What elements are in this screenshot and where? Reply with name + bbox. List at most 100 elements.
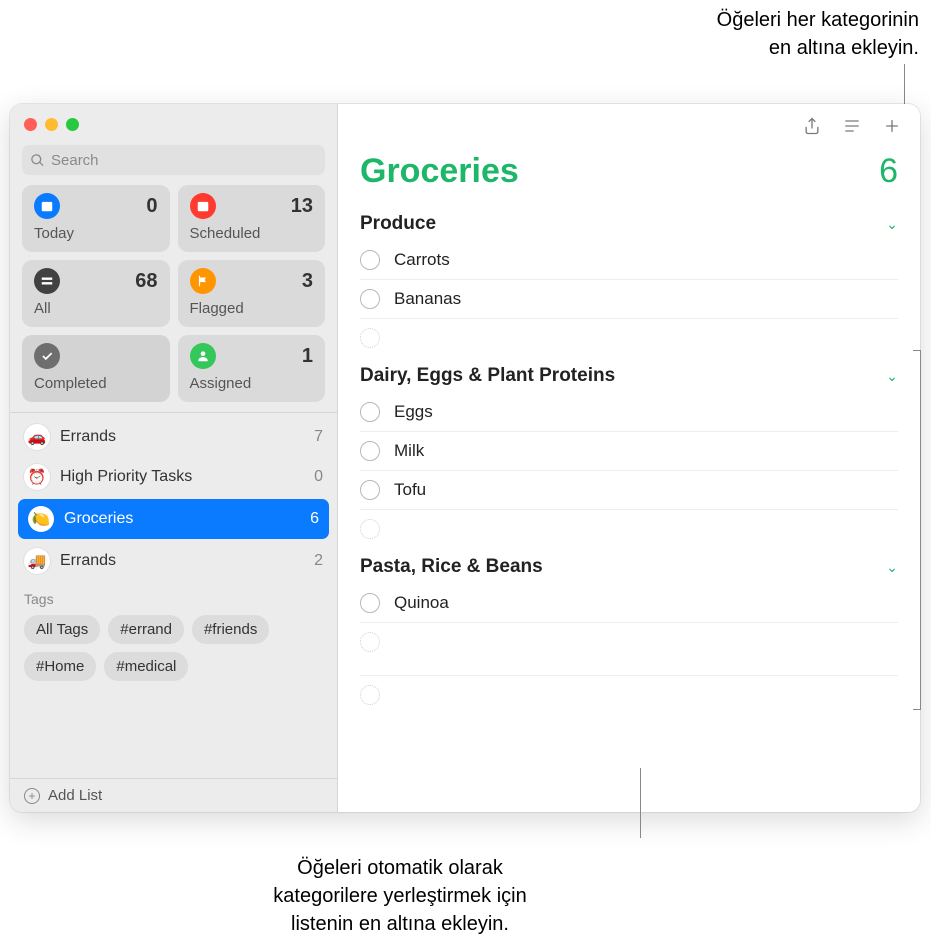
smart-flagged-label: Flagged [190,300,314,317]
complete-toggle[interactable] [360,402,380,422]
reminder-item[interactable]: Milk [360,432,898,471]
tags-heading: Tags [24,591,323,607]
search-input[interactable]: Search [22,145,325,175]
callout-top: Öğeleri her kategorinin en altına ekleyi… [539,6,919,62]
plus-icon: + [24,788,40,804]
item-text: Eggs [394,402,433,422]
my-lists: 🚗Errands 7 ⏰High Priority Tasks 0 🍋 Groce… [10,412,337,778]
list-icon: 🚗 [24,424,50,450]
chevron-down-icon[interactable]: ⌄ [886,559,898,576]
zoom-window-button[interactable] [66,118,79,131]
share-icon[interactable] [802,116,822,136]
list-count: 2 [314,552,323,570]
add-item-placeholder[interactable] [360,319,898,357]
section-pasta: Pasta, Rice & Beans ⌄ Quinoa [338,548,920,661]
calendar-icon [190,193,216,219]
window-controls [10,104,337,139]
reminder-item[interactable]: Quinoa [360,584,898,623]
callout-leader-line [904,64,905,104]
chevron-down-icon[interactable]: ⌄ [886,368,898,385]
item-text: Milk [394,441,424,461]
search-icon [30,153,45,168]
section-produce: Produce ⌄ Carrots Bananas [338,205,920,357]
smart-all-label: All [34,300,158,317]
add-item-icon[interactable] [882,116,902,136]
tag-medical[interactable]: #medical [104,652,188,681]
item-text: Tofu [394,480,426,500]
add-list-button[interactable]: + Add List [10,778,337,812]
smart-scheduled-count: 13 [291,195,313,218]
item-text: Bananas [394,289,461,309]
checkmark-icon [34,343,60,369]
list-row-errands-2[interactable]: 🚚 Errands 2 [10,541,337,581]
flag-icon [190,268,216,294]
callout-bracket [913,350,921,710]
smart-all[interactable]: 68 All [22,260,170,327]
minimize-window-button[interactable] [45,118,58,131]
list-total-count: 6 [879,152,898,191]
complete-toggle[interactable] [360,441,380,461]
tag-friends[interactable]: #friends [192,615,269,644]
list-title: Groceries [360,152,519,191]
add-item-placeholder[interactable] [360,510,898,548]
reminder-item[interactable]: Carrots [360,241,898,280]
list-name: Groceries [64,510,133,528]
list-titlebar: Groceries 6 [338,148,920,205]
smart-flagged-count: 3 [302,270,313,293]
placeholder-circle-icon [360,685,380,705]
complete-toggle[interactable] [360,250,380,270]
smart-assigned-label: Assigned [190,375,314,392]
smart-scheduled-label: Scheduled [190,225,314,242]
close-window-button[interactable] [24,118,37,131]
smart-assigned[interactable]: 1 Assigned [178,335,326,402]
section-header[interactable]: Dairy, Eggs & Plant Proteins ⌄ [360,357,898,393]
main-content: Groceries 6 Produce ⌄ Carrots Bananas Da… [338,104,920,812]
smart-assigned-count: 1 [302,345,313,368]
reminder-item[interactable]: Tofu [360,471,898,510]
tags-section: Tags All Tags #errand #friends #Home #me… [10,581,337,685]
smart-completed-label: Completed [34,375,158,392]
list-name: Errands [60,552,116,570]
list-icon: 🍋 [28,506,54,532]
reminder-item[interactable]: Bananas [360,280,898,319]
toolbar [338,104,920,148]
section-dairy: Dairy, Eggs & Plant Proteins ⌄ Eggs Milk… [338,357,920,548]
smart-scheduled[interactable]: 13 Scheduled [178,185,326,252]
list-count: 0 [314,468,323,486]
add-item-placeholder[interactable] [360,623,898,661]
section-title: Dairy, Eggs & Plant Proteins [360,365,615,387]
callout-bottom: Öğeleri otomatik olarak kategorilere yer… [220,854,580,938]
placeholder-circle-icon [360,632,380,652]
smart-flagged[interactable]: 3 Flagged [178,260,326,327]
uncategorized-add-row [338,675,920,714]
list-icon: 🚚 [24,548,50,574]
chevron-down-icon[interactable]: ⌄ [886,216,898,233]
callout-leader-line [640,768,641,838]
person-icon [190,343,216,369]
add-item-bottom-placeholder[interactable] [360,675,898,714]
section-header[interactable]: Produce ⌄ [360,205,898,241]
tray-icon [34,268,60,294]
placeholder-circle-icon [360,519,380,539]
complete-toggle[interactable] [360,593,380,613]
smart-today[interactable]: 0 Today [22,185,170,252]
list-view-icon[interactable] [842,116,862,136]
section-header[interactable]: Pasta, Rice & Beans ⌄ [360,548,898,584]
tag-home[interactable]: #Home [24,652,96,681]
list-row-groceries[interactable]: 🍋 Groceries 6 [18,499,329,539]
tag-all[interactable]: All Tags [24,615,100,644]
list-icon: ⏰ [24,464,50,490]
list-count: 6 [310,510,319,528]
search-placeholder: Search [51,152,99,169]
smart-all-count: 68 [135,270,157,293]
smart-completed[interactable]: Completed [22,335,170,402]
sidebar: Search 0 Today 13 Scheduled 68 All 3 Fla… [10,104,338,812]
complete-toggle[interactable] [360,480,380,500]
complete-toggle[interactable] [360,289,380,309]
list-row-errands[interactable]: 🚗Errands 7 [10,417,337,457]
placeholder-circle-icon [360,328,380,348]
reminder-item[interactable]: Eggs [360,393,898,432]
smart-today-count: 0 [146,195,157,218]
tag-errand[interactable]: #errand [108,615,184,644]
list-row-high-priority[interactable]: ⏰High Priority Tasks 0 [10,457,337,497]
